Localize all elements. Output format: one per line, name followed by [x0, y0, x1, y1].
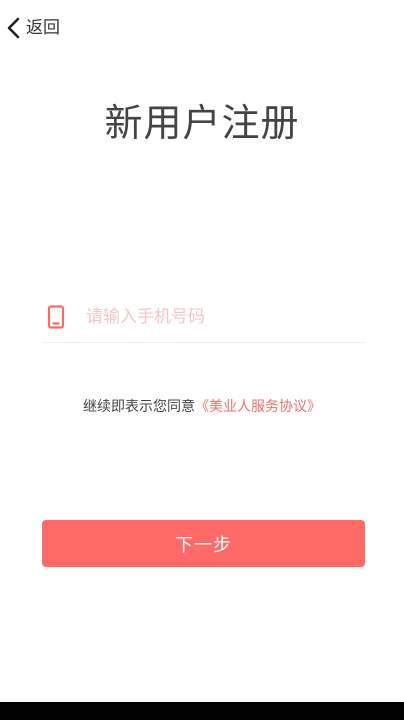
top-bar: 返回	[0, 0, 404, 56]
phone-number-input[interactable]	[84, 296, 358, 338]
agreement-text: 继续即表示您同意《美业人服务协议》	[0, 396, 404, 416]
system-navigation-bar	[0, 702, 404, 720]
next-step-button[interactable]: 下一步	[42, 520, 365, 567]
mobile-phone-icon	[44, 305, 68, 329]
chevron-left-icon	[7, 17, 20, 39]
page-title: 新用户注册	[104, 101, 300, 145]
service-agreement-link[interactable]: 《美业人服务协议》	[195, 399, 321, 415]
agreement-prefix: 继续即表示您同意	[83, 399, 195, 415]
phone-input-row	[42, 292, 366, 343]
back-button[interactable]: 返回	[6, 14, 60, 42]
back-button-label: 返回	[26, 18, 60, 38]
